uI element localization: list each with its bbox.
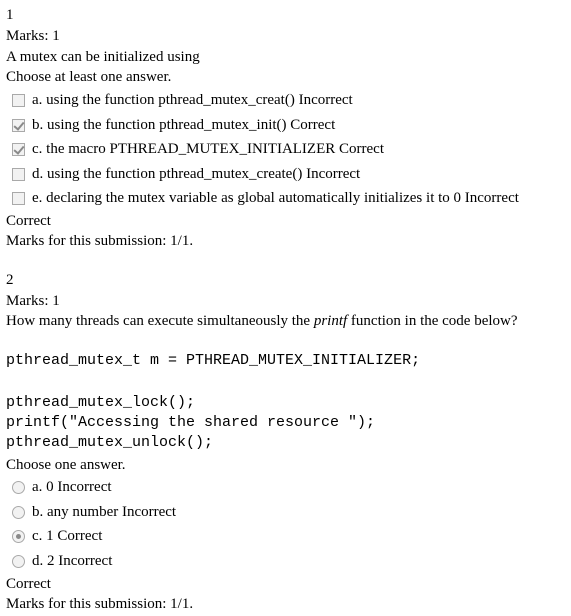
q2-option-b-label: b. any number Incorrect: [32, 503, 177, 520]
q1-checkbox-d[interactable]: [12, 167, 25, 181]
q2-code-line-1: pthread_mutex_t m = PTHREAD_MUTEX_INITIA…: [6, 352, 421, 369]
q1-submission-marks: Marks for this submission: 1/1.: [6, 233, 194, 249]
q1-checkbox-b[interactable]: [12, 118, 25, 132]
q2-number: 2: [6, 272, 14, 288]
q2-option-d-label: d. 2 Incorrect: [32, 552, 113, 569]
q2-question-pre: How many threads can execute simultaneou…: [6, 313, 314, 329]
q2-option-a[interactable]: a. 0 Incorrect: [12, 477, 112, 497]
q2-question-emphasis: printf: [313, 313, 348, 329]
q2-option-d[interactable]: d. 2 Incorrect: [12, 551, 112, 571]
q1-option-e[interactable]: e. declaring the mutex variable as globa…: [12, 188, 519, 208]
q2-option-c[interactable]: c. 1 Correct: [12, 526, 102, 546]
q2-code-line-2: pthread_mutex_lock();: [6, 394, 196, 411]
q2-radio-a[interactable]: [12, 480, 25, 494]
q1-checkbox-a[interactable]: [12, 93, 25, 107]
q1-checkbox-c[interactable]: [12, 142, 25, 156]
q2-radio-c[interactable]: [12, 529, 25, 543]
q1-question-text: A mutex can be initialized using: [6, 49, 200, 65]
q1-option-d[interactable]: d. using the function pthread_mutex_crea…: [12, 164, 360, 184]
q2-instruction: Choose one answer.: [6, 457, 126, 473]
q1-option-c-label: c. the macro PTHREAD_MUTEX_INITIALIZER C…: [32, 140, 384, 157]
q2-code-line-3: printf("Accessing the shared resource ")…: [6, 414, 376, 431]
q1-instruction: Choose at least one answer.: [6, 69, 172, 85]
q2-code-line-4: pthread_mutex_unlock();: [6, 434, 214, 451]
q2-option-c-label: c. 1 Correct: [32, 527, 103, 544]
q2-marks: Marks: 1: [6, 293, 60, 309]
q1-option-e-label: e. declaring the mutex variable as globa…: [32, 189, 519, 206]
q1-result: Correct: [6, 213, 51, 229]
q2-option-b[interactable]: b. any number Incorrect: [12, 502, 176, 522]
q2-submission-marks: Marks for this submission: 1/1.: [6, 596, 194, 612]
q2-result: Correct: [6, 576, 51, 592]
q2-radio-b[interactable]: [12, 505, 25, 519]
q1-option-a-label: a. using the function pthread_mutex_crea…: [32, 91, 353, 108]
q1-number: 1: [6, 7, 14, 23]
q1-option-a[interactable]: a. using the function pthread_mutex_crea…: [12, 90, 353, 110]
q2-option-a-label: a. 0 Incorrect: [32, 478, 112, 495]
q1-checkbox-e[interactable]: [12, 191, 25, 205]
q1-option-d-label: d. using the function pthread_mutex_crea…: [32, 165, 361, 182]
q2-question-text: How many threads can execute simultaneou…: [6, 312, 518, 330]
q1-option-c[interactable]: c. the macro PTHREAD_MUTEX_INITIALIZER C…: [12, 139, 384, 159]
q1-option-b-label: b. using the function pthread_mutex_init…: [32, 116, 336, 133]
q1-option-b[interactable]: b. using the function pthread_mutex_init…: [12, 115, 335, 135]
q2-question-post: function in the code below?: [347, 313, 518, 329]
q2-radio-d[interactable]: [12, 554, 25, 568]
q1-marks: Marks: 1: [6, 28, 60, 44]
